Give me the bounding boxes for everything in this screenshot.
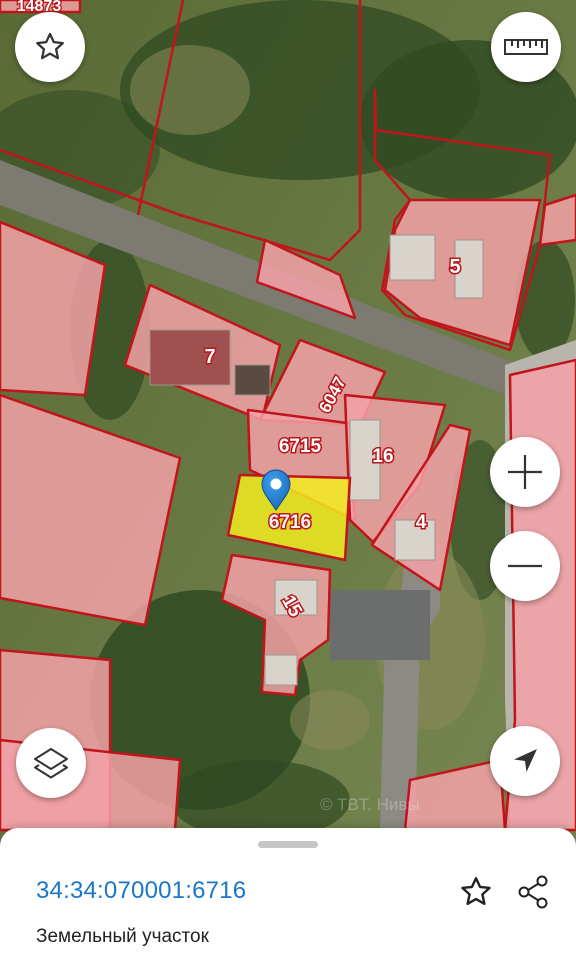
- label-6716: 6716: [269, 512, 311, 533]
- navigation-arrow-icon: [514, 749, 537, 772]
- label-5: 5: [449, 256, 460, 278]
- label-16: 16: [372, 446, 393, 467]
- map-screen: 14873 5 7 6047 6715 16 6716 4 15 © TBT. …: [0, 0, 576, 960]
- cadastral-map[interactable]: 14873 5 7 6047 6715 16 6716 4 15 © TBT. …: [0, 0, 576, 960]
- zoom-out-button[interactable]: [490, 531, 560, 601]
- plus-icon: [508, 455, 542, 489]
- ruler-icon: [504, 39, 548, 55]
- label-4: 4: [416, 512, 427, 533]
- star-outline-icon: [461, 877, 491, 906]
- my-location-button[interactable]: [490, 726, 560, 796]
- object-type: Земельный участок: [36, 926, 209, 947]
- label-6715: 6715: [279, 436, 322, 457]
- cadastral-number[interactable]: 34:34:070001:6716: [36, 876, 246, 906]
- zoom-in-button[interactable]: [490, 437, 560, 507]
- share-button[interactable]: [511, 870, 555, 914]
- favorite-button[interactable]: [15, 12, 85, 82]
- map-watermark: © TBT. Нивы: [320, 795, 420, 814]
- minus-icon: [508, 564, 542, 568]
- layers-button[interactable]: [16, 728, 86, 798]
- map-canvas[interactable]: 14873 5 7 6047 6715 16 6716 4 15 © TBT. …: [0, 0, 576, 960]
- star-outline-icon: [36, 32, 64, 60]
- label-7: 7: [204, 346, 215, 368]
- share-icon: [518, 875, 548, 909]
- measure-button[interactable]: [491, 12, 561, 82]
- layers-icon: [34, 748, 68, 779]
- sheet-drag-handle[interactable]: [258, 841, 318, 848]
- sheet-favorite-button[interactable]: [454, 870, 498, 914]
